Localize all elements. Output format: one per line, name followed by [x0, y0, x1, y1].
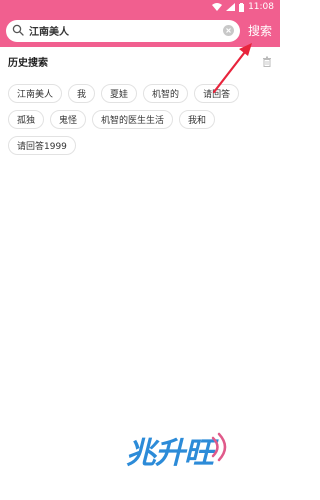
signal-icon	[226, 3, 236, 11]
history-tag[interactable]: 江南美人	[8, 84, 63, 103]
annotation-arrow	[212, 43, 252, 94]
watermark-logo: 兆升旺	[126, 424, 246, 474]
history-tag[interactable]: 请回答1999	[8, 136, 76, 155]
battery-icon	[239, 2, 245, 12]
search-button[interactable]: 搜索	[248, 22, 272, 39]
signal-wave-icon	[211, 432, 227, 462]
history-tag[interactable]: 我和	[179, 110, 216, 129]
status-time: 11:08	[248, 2, 274, 12]
history-tag[interactable]: 机智的医生生活	[92, 110, 174, 129]
search-icon	[12, 21, 29, 40]
wifi-icon	[212, 3, 223, 11]
status-bar: 11:08	[0, 0, 280, 14]
history-tag[interactable]: 夏娃	[101, 84, 138, 103]
history-tag[interactable]: 鬼怪	[50, 110, 87, 129]
history-tag[interactable]: 机智的	[143, 84, 189, 103]
history-tag[interactable]: 孤独	[8, 110, 45, 129]
history-tag[interactable]: 我	[68, 84, 96, 103]
search-input[interactable]	[29, 25, 223, 36]
history-title: 历史搜索	[8, 57, 48, 69]
clear-icon[interactable]	[222, 21, 234, 40]
trash-icon[interactable]	[262, 52, 272, 71]
search-box	[6, 19, 240, 42]
watermark-text: 兆升旺	[126, 436, 214, 471]
